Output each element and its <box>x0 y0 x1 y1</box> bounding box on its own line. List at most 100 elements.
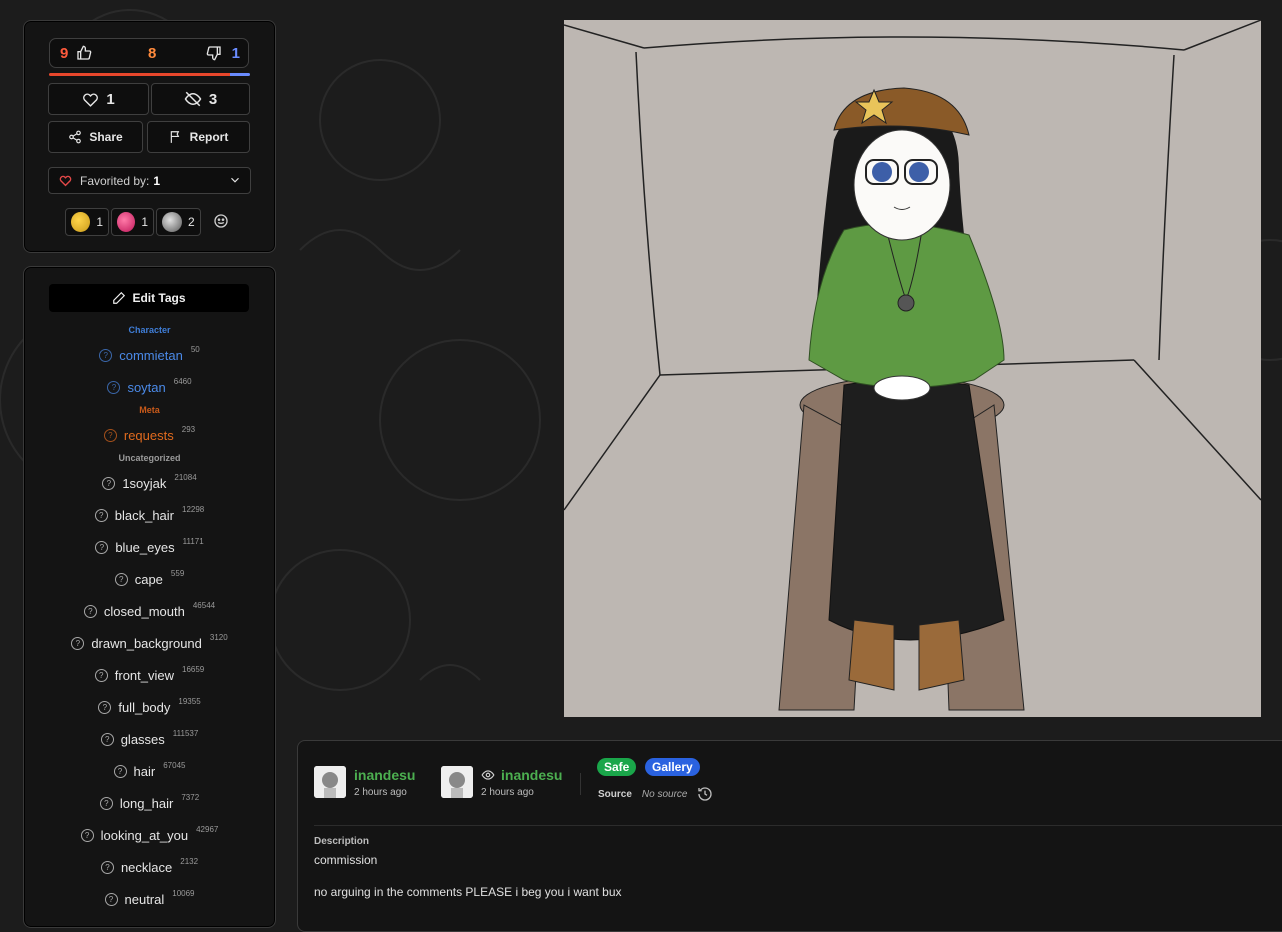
tag-count: 7372 <box>181 792 200 802</box>
tag-count: 16659 <box>182 664 205 674</box>
divider <box>314 825 1282 826</box>
heart-icon <box>59 175 72 187</box>
help-icon[interactable]: ? <box>99 348 113 362</box>
soyjak-emoji-icon <box>71 212 91 232</box>
tag-count: 67045 <box>163 760 186 770</box>
avatar[interactable] <box>314 766 346 798</box>
tag-name[interactable]: hair <box>134 764 156 779</box>
tag-name[interactable]: front_view <box>115 668 174 683</box>
type-badge[interactable]: Gallery <box>645 758 700 776</box>
score-ratio-bar <box>49 73 250 76</box>
tag-name[interactable]: looking_at_you <box>101 828 188 843</box>
tag-item[interactable]: ? neutral 10069 <box>24 883 275 915</box>
soyjak-avatar-icon <box>314 766 346 798</box>
tag-item[interactable]: ? full_body 19355 <box>24 691 275 723</box>
help-icon[interactable]: ? <box>95 540 109 554</box>
reaction-3[interactable]: 2 <box>156 208 201 236</box>
tag-item[interactable]: ? hair 67045 <box>24 755 275 787</box>
reaction-count: 2 <box>188 215 195 229</box>
tag-item[interactable]: ? soytan 6460 <box>24 371 275 403</box>
tag-item[interactable]: ? long_hair 7372 <box>24 787 275 819</box>
avatar[interactable] <box>441 766 473 798</box>
tag-name[interactable]: neutral <box>125 892 165 907</box>
approval-time: 2 hours ago <box>481 786 534 798</box>
tag-name[interactable]: long_hair <box>120 796 174 811</box>
help-icon[interactable]: ? <box>100 732 114 746</box>
soyjak-glasses-emoji-icon <box>162 212 182 232</box>
post-image[interactable] <box>564 20 1261 717</box>
tag-category-uncategorized: Uncategorized <box>118 453 181 463</box>
help-icon[interactable]: ? <box>103 428 117 442</box>
uploader-name[interactable]: inandesu <box>354 767 415 783</box>
help-icon[interactable]: ? <box>104 892 118 906</box>
tag-count: 559 <box>170 568 185 578</box>
tag-category-meta: Meta <box>139 405 160 415</box>
tag-item[interactable]: ? closed_mouth 46544 <box>24 595 275 627</box>
reaction-2[interactable]: 1 <box>111 208 154 236</box>
tag-item[interactable]: ? front_view 16659 <box>24 659 275 691</box>
favorite-button[interactable]: 1 <box>48 83 149 115</box>
share-button[interactable]: Share <box>48 121 143 153</box>
tag-name[interactable]: commietan <box>119 348 183 363</box>
upvote-button[interactable]: 9 <box>60 45 92 62</box>
tag-name[interactable]: black_hair <box>115 508 174 523</box>
history-icon[interactable] <box>697 786 713 802</box>
tag-item[interactable]: ? looking_at_you 42967 <box>24 819 275 851</box>
tag-name[interactable]: cape <box>135 572 163 587</box>
tag-name[interactable]: closed_mouth <box>104 604 185 619</box>
report-button[interactable]: Report <box>147 121 250 153</box>
tag-count: 6460 <box>173 376 192 386</box>
favorited-by-dropdown[interactable]: Favorited by: 1 <box>48 167 251 194</box>
help-icon[interactable]: ? <box>102 476 116 490</box>
tag-count: 111537 <box>172 728 199 738</box>
tag-name[interactable]: full_body <box>118 700 170 715</box>
source-row: Source No source <box>598 786 713 802</box>
tag-item[interactable]: ? necklace 2132 <box>24 851 275 883</box>
tag-name[interactable]: blue_eyes <box>115 540 174 555</box>
tag-name[interactable]: drawn_background <box>91 636 202 651</box>
tag-count: 19355 <box>178 696 201 706</box>
help-icon[interactable]: ? <box>94 668 108 682</box>
edit-tags-button[interactable]: Edit Tags <box>49 284 249 312</box>
help-icon[interactable]: ? <box>114 572 128 586</box>
soyjak-avatar-icon <box>441 766 473 798</box>
help-icon[interactable]: ? <box>113 764 127 778</box>
report-label: Report <box>189 130 229 144</box>
tag-item[interactable]: ? black_hair 12298 <box>24 499 275 531</box>
tag-item[interactable]: ? cape 559 <box>24 563 275 595</box>
source-label: Source <box>598 788 632 800</box>
tag-item[interactable]: ? blue_eyes 11171 <box>24 531 275 563</box>
help-icon[interactable]: ? <box>107 380 121 394</box>
description-line: no arguing in the comments PLEASE i beg … <box>314 885 622 899</box>
reaction-1[interactable]: 1 <box>65 208 109 236</box>
tag-name[interactable]: requests <box>124 428 174 443</box>
help-icon[interactable]: ? <box>83 604 97 618</box>
tag-name[interactable]: glasses <box>121 732 165 747</box>
uploader: inandesu 2 hours ago <box>314 766 415 798</box>
tag-item[interactable]: ? glasses 111537 <box>24 723 275 755</box>
chevron-down-icon <box>231 177 239 183</box>
hide-button[interactable]: 3 <box>151 83 250 115</box>
help-icon[interactable]: ? <box>100 860 114 874</box>
help-icon[interactable]: ? <box>98 700 112 714</box>
help-icon[interactable]: ? <box>94 508 108 522</box>
tag-item[interactable]: ? requests 293 <box>24 419 275 451</box>
favorite-count: 1 <box>106 90 115 108</box>
post-info-panel: inandesu 2 hours ago inandesu 2 hours ag… <box>297 740 1282 932</box>
tag-name[interactable]: necklace <box>121 860 172 875</box>
downvote-button[interactable]: 1 <box>206 45 240 62</box>
tag-item[interactable]: ? 1soyjak 21084 <box>24 467 275 499</box>
help-icon[interactable]: ? <box>99 796 113 810</box>
tag-count: 21084 <box>174 472 197 482</box>
tag-name[interactable]: soytan <box>127 380 165 395</box>
help-icon[interactable]: ? <box>80 828 94 842</box>
tag-name[interactable]: 1soyjak <box>122 476 166 491</box>
divider <box>580 773 581 795</box>
tag-item[interactable]: ? commietan 50 <box>24 339 275 371</box>
add-reaction-icon[interactable] <box>213 213 229 229</box>
upload-time: 2 hours ago <box>354 786 407 798</box>
rating-badge[interactable]: Safe <box>597 758 637 776</box>
tag-item[interactable]: ? drawn_background 3120 <box>24 627 275 659</box>
approver-name[interactable]: inandesu <box>501 767 562 783</box>
help-icon[interactable]: ? <box>71 636 85 650</box>
